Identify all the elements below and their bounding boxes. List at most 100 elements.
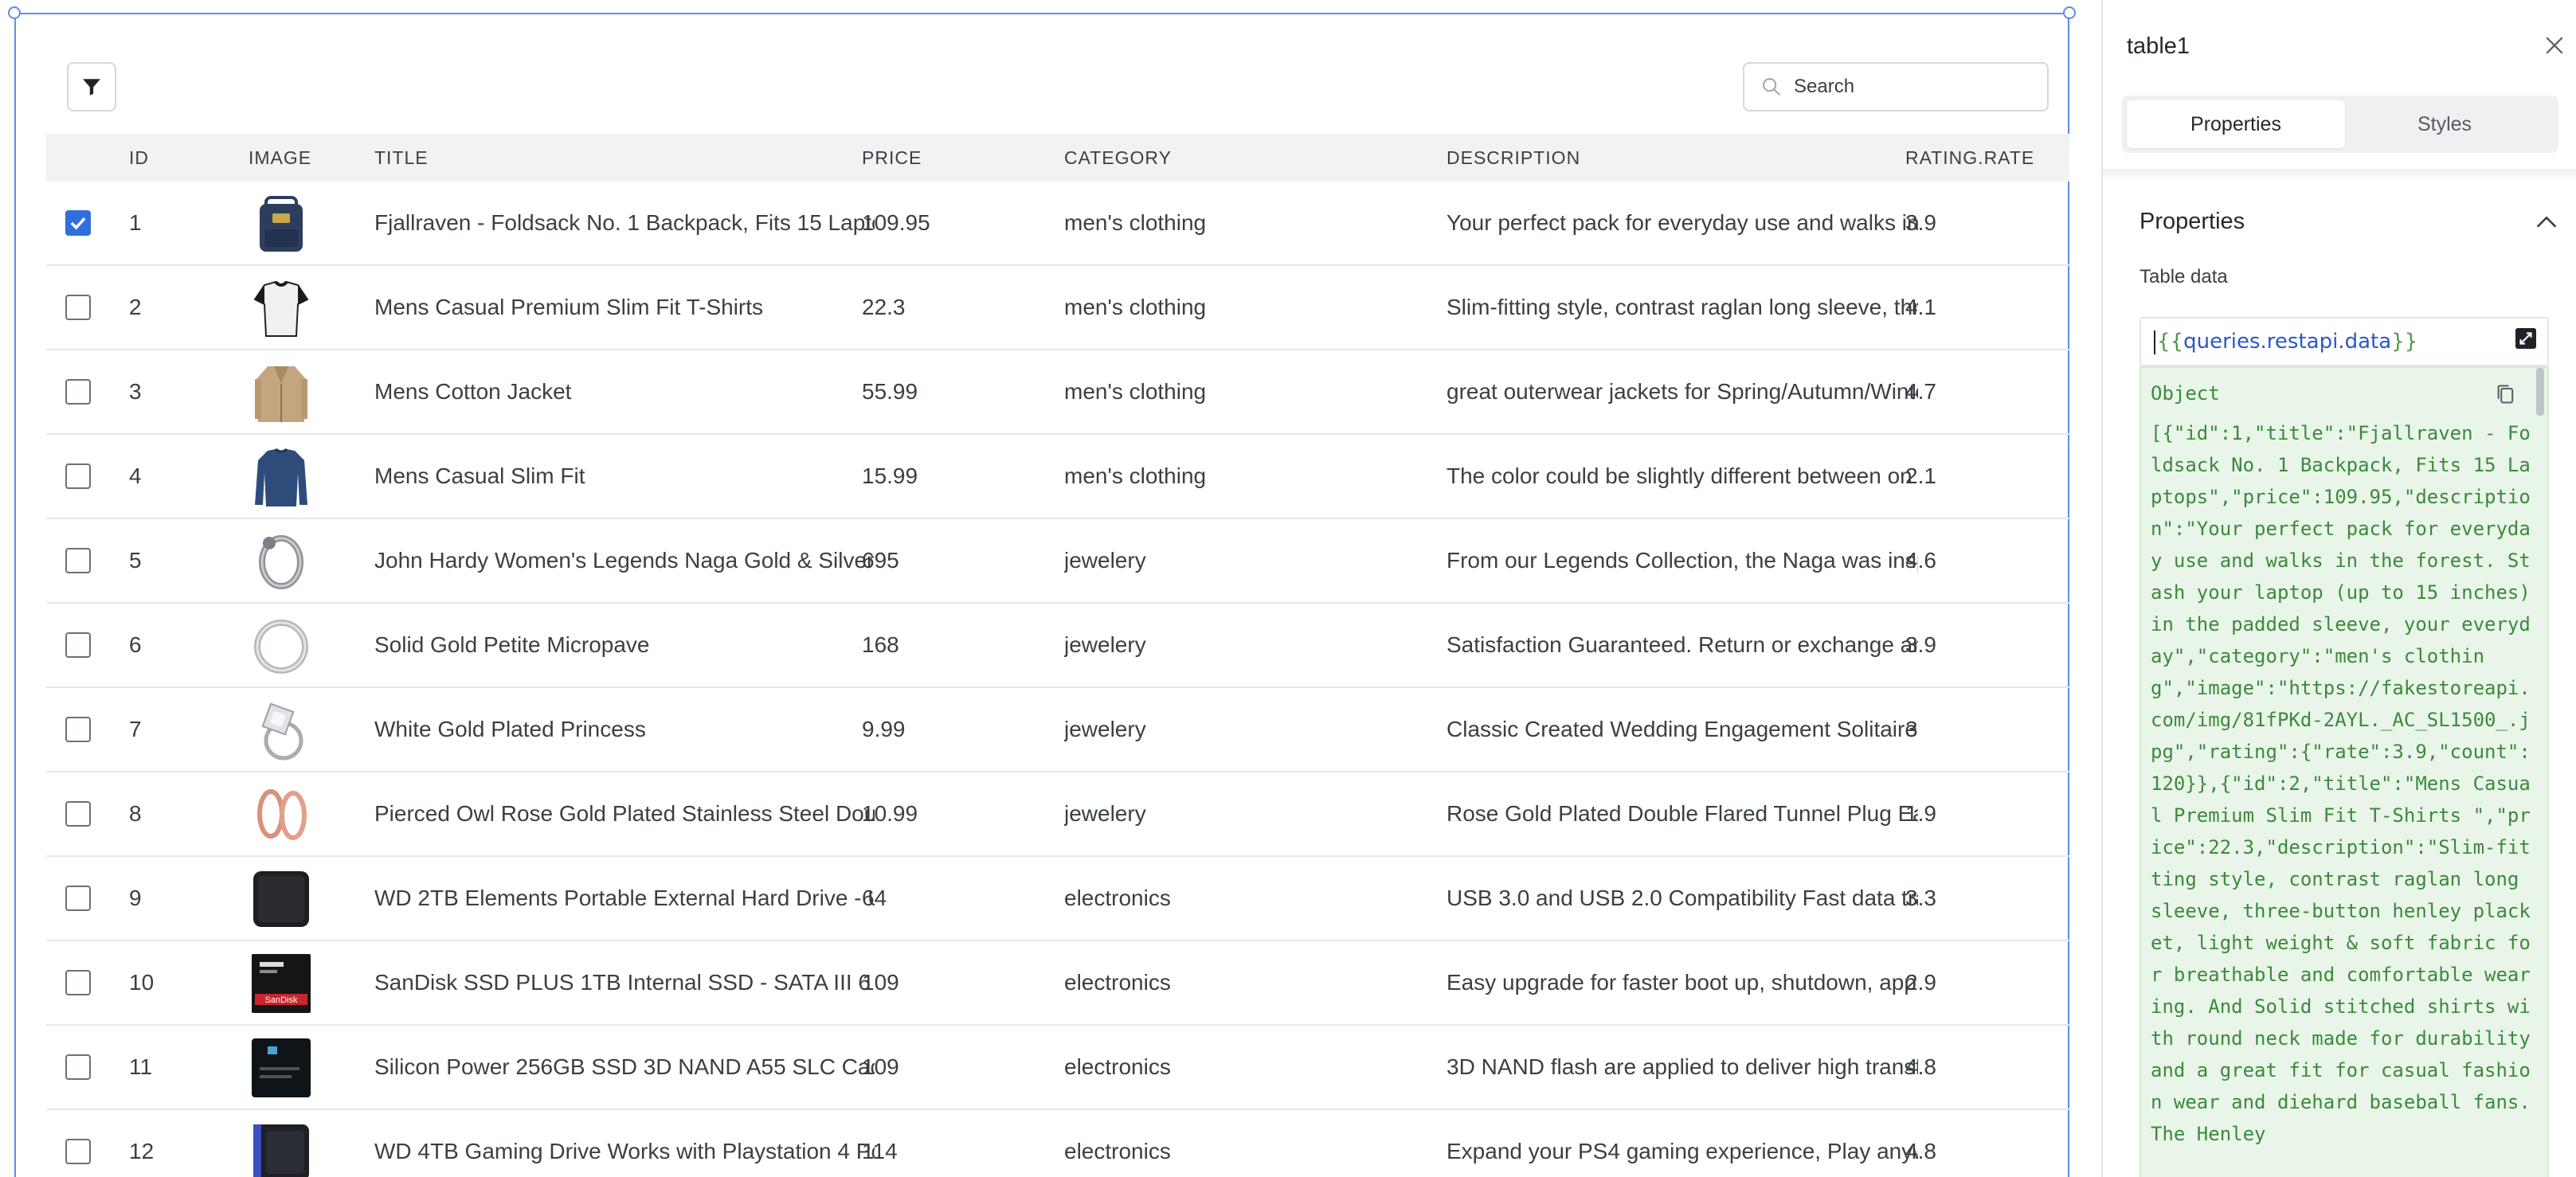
cell-price: 22.3 <box>862 295 906 319</box>
cell-description: Slim-fitting style, contrast raglan long… <box>1447 295 1918 319</box>
cell-description: The color could be slightly different be… <box>1447 463 1918 488</box>
cell-category: men's clothing <box>1064 210 1207 235</box>
filter-button[interactable] <box>67 62 116 111</box>
cell-title: WD 4TB Gaming Drive Works with Playstati… <box>374 1139 875 1163</box>
tab-styles[interactable]: Styles <box>2335 100 2554 148</box>
column-header-description[interactable]: DESCRIPTION <box>1447 134 1918 182</box>
row-checkbox[interactable] <box>65 801 91 827</box>
cell-description: Classic Created Wedding Engagement Solit… <box>1447 717 1918 741</box>
row-checkbox[interactable] <box>65 210 91 236</box>
table-row[interactable]: 4 Mens Casual Slim Fit 15.99 men's clothing… <box>46 435 2069 519</box>
cell-id: 6 <box>129 632 142 657</box>
cell-price: 9.99 <box>862 717 906 741</box>
cell-category: jewelery <box>1064 801 1146 826</box>
pane-tabs: Properties Styles <box>2122 96 2558 153</box>
cell-title: Solid Gold Petite Micropave <box>374 632 650 657</box>
table-row[interactable]: 8 Pierced Owl Rose Gold Plated Stainless … <box>46 772 2069 857</box>
row-checkbox[interactable] <box>65 632 91 658</box>
product-image <box>261 702 303 761</box>
table-header: ID IMAGE TITLE PRICE CATEGORY DESCRIPTIO… <box>46 134 2069 182</box>
row-checkbox[interactable] <box>65 463 91 489</box>
table-widget[interactable]: Search ID IMAGE TITLE PRICE CATEGORY DES… <box>14 13 2069 1177</box>
cell-id: 5 <box>129 548 142 573</box>
cell-category: jewelery <box>1064 632 1146 657</box>
table-row[interactable]: 5 John Hardy Women's Legends Naga Gold & … <box>46 519 2069 604</box>
product-image <box>252 1038 311 1097</box>
tabs-divider <box>2103 169 2576 180</box>
row-checkbox[interactable] <box>65 548 91 573</box>
cell-price: 695 <box>862 548 899 573</box>
svg-text:SanDisk: SanDisk <box>265 995 298 1005</box>
search-placeholder: Search <box>1794 76 1855 97</box>
product-image <box>257 789 307 840</box>
cell-title: WD 2TB Elements Portable External Hard D… <box>374 886 875 910</box>
resize-handle-top-right[interactable] <box>2063 6 2076 19</box>
cell-price: 109.95 <box>862 210 930 235</box>
cell-title: Fjallraven - Foldsack No. 1 Backpack, Fi… <box>374 210 875 235</box>
cell-rating-rate: 4.7 <box>1905 379 1936 404</box>
cell-rating-rate: 3 <box>1905 717 1918 741</box>
cell-rating-rate: 2.9 <box>1905 970 1936 995</box>
row-checkbox[interactable] <box>65 1139 91 1164</box>
column-header-image[interactable]: IMAGE <box>249 134 320 182</box>
cell-id: 8 <box>129 801 142 826</box>
table-row[interactable]: 10 SanDisk SanDisk SSD PLUS 1TB Internal S… <box>46 941 2069 1026</box>
cell-category: jewelery <box>1064 548 1146 573</box>
table-row[interactable]: 11 Silicon Power 256GB SSD 3D NAND A55 SL… <box>46 1026 2069 1110</box>
cell-price: 114 <box>862 1139 898 1163</box>
cell-description: Expand your PS4 gaming experience, Play … <box>1447 1139 1918 1163</box>
cell-price: 15.99 <box>862 463 918 488</box>
cell-price: 109 <box>862 970 899 995</box>
table-row[interactable]: 1 Fjallraven - Foldsack No. 1 Backpack, F… <box>46 182 2069 266</box>
cell-price: 168 <box>862 632 899 657</box>
table-row[interactable]: 9 WD 2TB Elements Portable External Hard … <box>46 857 2069 941</box>
table-row[interactable]: 6 Solid Gold Petite Micropave 168 jewelery S… <box>46 604 2069 688</box>
table-row[interactable]: 3 Mens Cotton Jacket 55.99 men's clothing gr… <box>46 350 2069 435</box>
copy-icon[interactable] <box>2495 382 2517 406</box>
column-header-price[interactable]: PRICE <box>862 134 1045 182</box>
product-image <box>260 196 303 252</box>
table-data-input[interactable]: {{queries.restapi.data}} <box>2139 317 2549 366</box>
cell-rating-rate: 4.6 <box>1905 548 1936 573</box>
row-checkbox[interactable] <box>65 295 91 320</box>
column-header-title[interactable]: TITLE <box>374 134 875 182</box>
cell-description: From our Legends Collection, the Naga wa… <box>1447 548 1918 573</box>
cell-category: men's clothing <box>1064 379 1207 404</box>
cell-id: 2 <box>129 295 142 319</box>
cell-description: 3D NAND flash are applied to deliver hig… <box>1447 1054 1918 1079</box>
widget-name[interactable]: table1 <box>2127 33 2190 60</box>
search-icon <box>1763 78 1781 96</box>
expand-icon[interactable] <box>2515 328 2536 349</box>
close-button[interactable] <box>2541 32 2568 59</box>
evaluated-value: [{"id":1,"title":"Fjallraven - Foldsack … <box>2151 422 2543 1145</box>
scrollbar[interactable] <box>2536 368 2544 416</box>
cell-title: White Gold Plated Princess <box>374 717 646 741</box>
column-header-id[interactable]: ID <box>129 134 209 182</box>
table-row[interactable]: 7 White Gold Plated Princess 9.99 jewelery C… <box>46 688 2069 772</box>
cell-title: Mens Casual Premium Slim Fit T-Shirts <box>374 295 764 319</box>
row-checkbox[interactable] <box>65 379 91 405</box>
table-body: 1 Fjallraven - Foldsack No. 1 Backpack, F… <box>46 182 2069 1177</box>
row-checkbox[interactable] <box>65 1054 91 1080</box>
column-header-rating-rate[interactable]: RATING.RATE <box>1905 134 2065 182</box>
tab-properties[interactable]: Properties <box>2127 100 2345 148</box>
section-title[interactable]: Properties <box>2139 209 2245 235</box>
table-row[interactable]: 2 Mens Casual Premium Slim Fit T-Shirts 22… <box>46 266 2069 350</box>
row-checkbox[interactable] <box>65 970 91 995</box>
search-input[interactable]: Search <box>1743 62 2049 111</box>
close-icon <box>2546 37 2563 54</box>
cell-title: SanDisk SSD PLUS 1TB Internal SSD - SATA… <box>374 970 875 995</box>
column-header-category[interactable]: CATEGORY <box>1064 134 1431 182</box>
row-checkbox[interactable] <box>65 886 91 911</box>
chevron-up-icon[interactable] <box>2533 209 2560 236</box>
table-row[interactable]: 12 WD 4TB Gaming Drive Works with Playsta… <box>46 1110 2069 1177</box>
cell-price: 64 <box>862 886 887 910</box>
row-checkbox[interactable] <box>65 717 91 742</box>
cell-id: 11 <box>129 1054 153 1079</box>
product-image <box>253 280 309 337</box>
filter-icon <box>83 79 100 96</box>
check-icon <box>70 217 86 230</box>
cell-id: 1 <box>129 210 142 235</box>
cell-rating-rate: 3.9 <box>1905 632 1936 657</box>
resize-handle-top-left[interactable] <box>8 6 21 19</box>
